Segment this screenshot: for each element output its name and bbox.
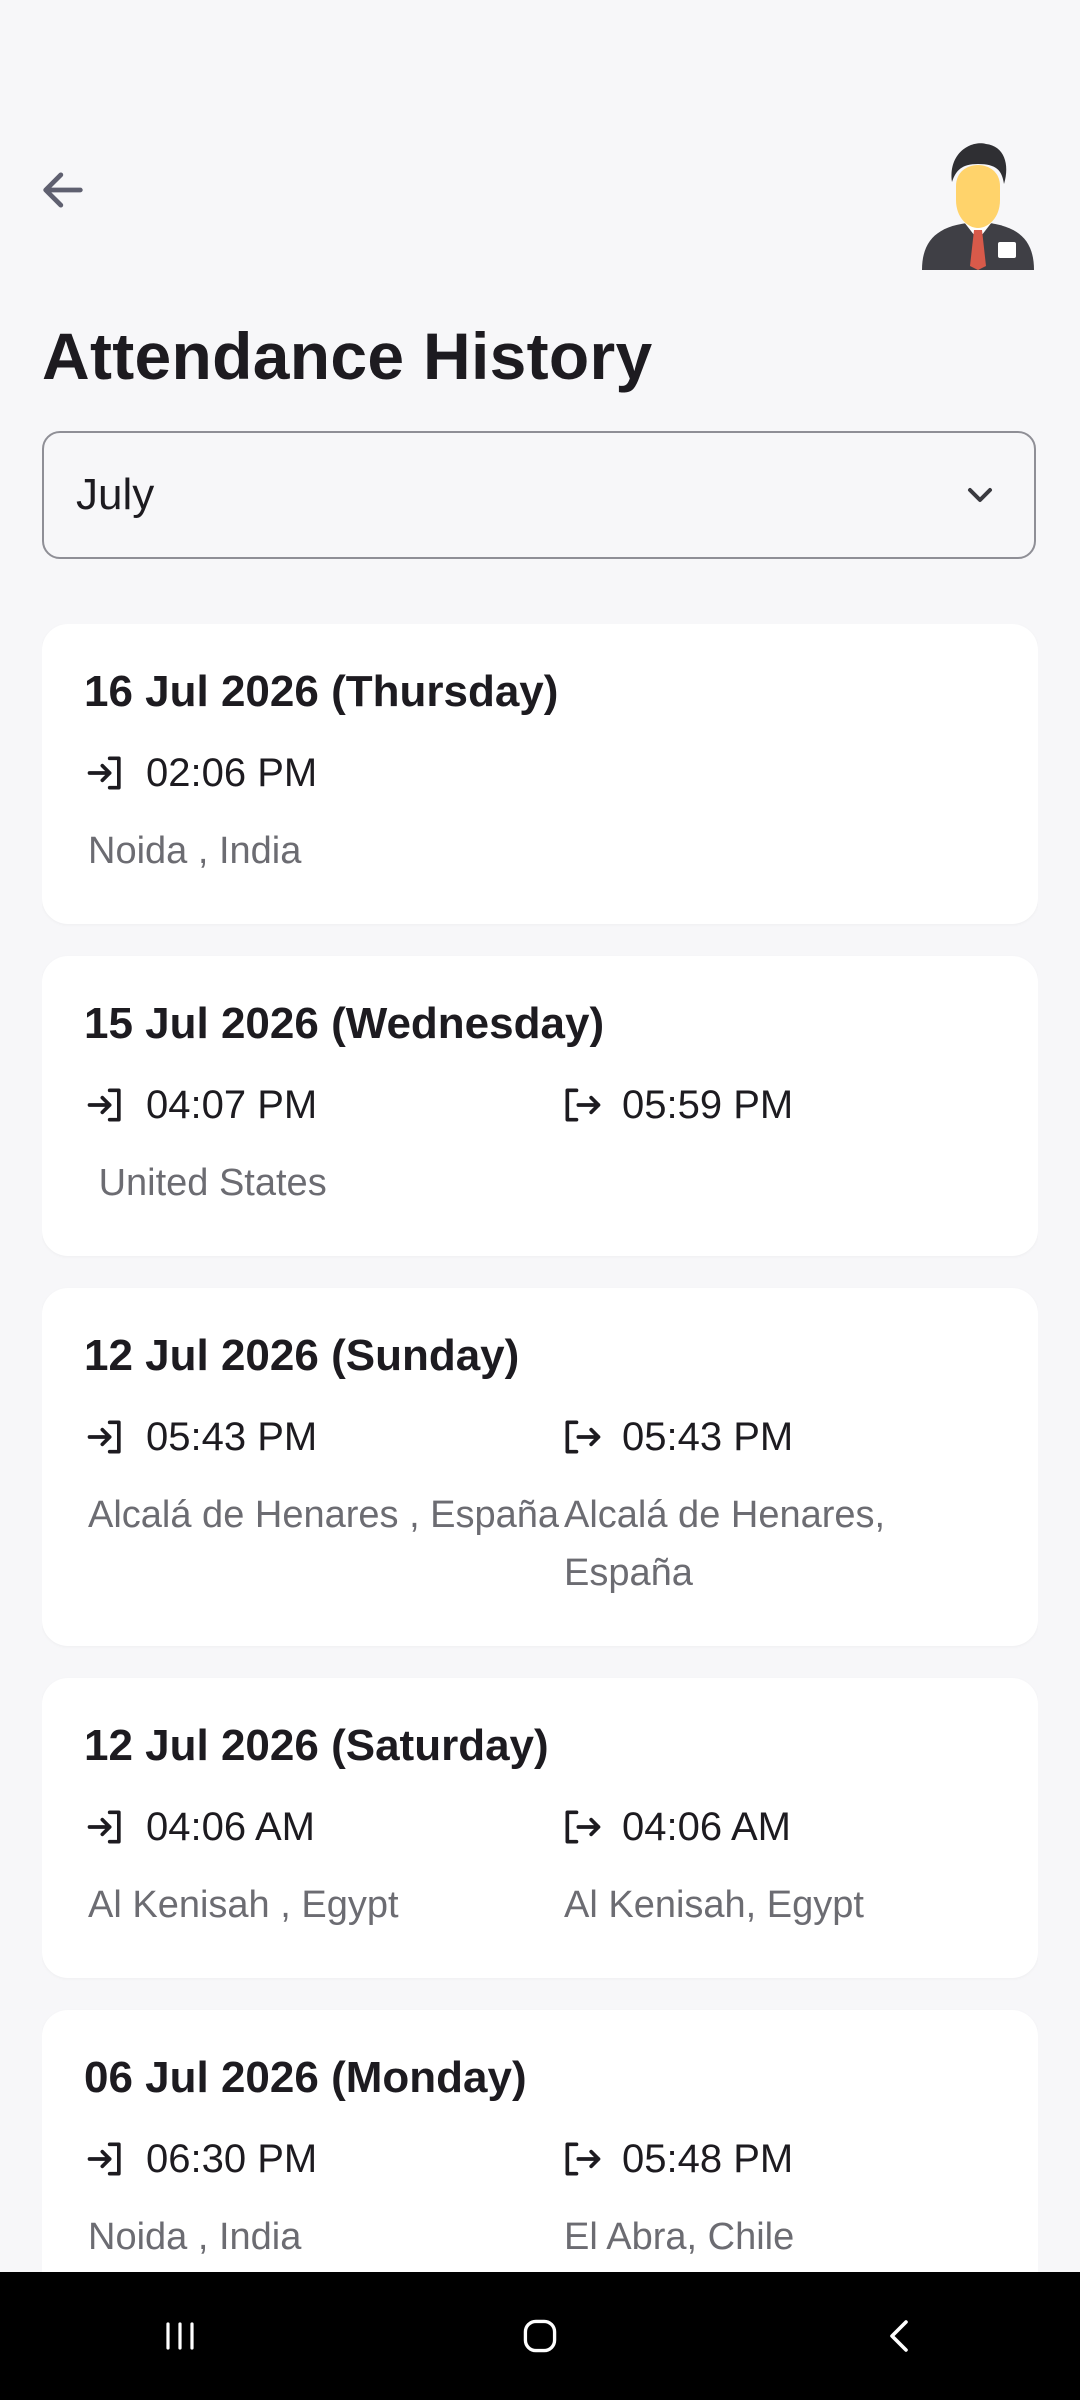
avatar[interactable]: [918, 130, 1038, 270]
page-title: Attendance History: [42, 319, 653, 393]
attendance-date: 12 Jul 2026 (Sunday): [84, 1331, 520, 1380]
check-in-location: Alcalá de Henares , España: [88, 1494, 560, 1536]
check-out-time: 05:48 PM: [622, 2136, 794, 2181]
check-in-location: Noida , India: [88, 2216, 302, 2258]
system-nav-bar: [0, 2272, 1080, 2400]
login-icon: [84, 751, 128, 795]
login-icon: [84, 2137, 128, 2181]
recent-apps-icon: [166, 2322, 194, 2350]
check-out-time: 04:06 AM: [622, 1804, 792, 1849]
logout-icon: [560, 1805, 604, 1849]
logout-icon: [560, 2137, 604, 2181]
attendance-date: 06 Jul 2026 (Monday): [84, 2053, 527, 2102]
attendance-list[interactable]: 16 Jul 2026 (Thursday) 02:06 PM Noida , …: [42, 624, 1038, 2272]
attendance-card[interactable]: 15 Jul 2026 (Wednesday) 04:07 PM United …: [42, 956, 1038, 1256]
logout-icon: [560, 1083, 604, 1127]
check-in-time: 05:43 PM: [146, 1414, 318, 1459]
check-in-time: 06:30 PM: [146, 2136, 318, 2181]
month-select-value: July: [76, 470, 155, 519]
home-icon: [523, 2319, 557, 2353]
login-icon: [84, 1415, 128, 1459]
check-out-location: Alcalá de Henares, España: [564, 1494, 896, 1594]
login-icon: [84, 1805, 128, 1849]
attendance-date: 12 Jul 2026 (Saturday): [84, 1721, 549, 1770]
attendance-card[interactable]: 12 Jul 2026 (Saturday) 04:06 AM Al Kenis…: [42, 1678, 1038, 1978]
check-in-time: 04:07 PM: [146, 1082, 318, 1127]
nav-back-button[interactable]: [840, 2286, 960, 2386]
check-out-location: El Abra, Chile: [564, 2216, 795, 2258]
top-bar: [0, 0, 1080, 290]
check-out-column: 05:59 PM: [560, 1082, 990, 1212]
attendance-date: 15 Jul 2026 (Wednesday): [84, 999, 605, 1048]
check-out-location: Al Kenisah, Egypt: [564, 1884, 864, 1926]
businessman-avatar-icon: [922, 143, 1034, 270]
check-out-column: 05:43 PM Alcalá de Henares, España: [560, 1414, 990, 1602]
check-in-column: 06:30 PM Noida , India: [84, 2136, 560, 2266]
chevron-down-icon: [958, 473, 1002, 517]
check-in-time: 04:06 AM: [146, 1804, 316, 1849]
check-out-time: 05:59 PM: [622, 1082, 794, 1127]
check-in-column: 02:06 PM Noida , India: [84, 750, 560, 880]
check-in-column: 04:07 PM United States: [84, 1082, 560, 1212]
check-in-column: 05:43 PM Alcalá de Henares , España: [84, 1414, 560, 1602]
attendance-card[interactable]: 12 Jul 2026 (Sunday) 05:43 PM Alcalá de …: [42, 1288, 1038, 1646]
check-in-location: Noida , India: [88, 830, 302, 872]
check-out-column: 04:06 AM Al Kenisah, Egypt: [560, 1804, 990, 1934]
check-in-location: United States: [88, 1162, 327, 1204]
month-select[interactable]: July: [42, 431, 1036, 559]
logout-icon: [560, 1415, 604, 1459]
arrow-left-icon: [43, 172, 83, 208]
login-icon: [84, 1083, 128, 1127]
check-in-location: Al Kenisah , Egypt: [88, 1884, 399, 1926]
check-in-time: 02:06 PM: [146, 750, 318, 795]
attendance-card[interactable]: 06 Jul 2026 (Monday) 06:30 PM Noida , In…: [42, 2010, 1038, 2272]
home-button[interactable]: [480, 2286, 600, 2386]
check-in-column: 04:06 AM Al Kenisah , Egypt: [84, 1804, 560, 1934]
attendance-card[interactable]: 16 Jul 2026 (Thursday) 02:06 PM Noida , …: [42, 624, 1038, 924]
check-out-time: 05:43 PM: [622, 1414, 794, 1459]
back-button[interactable]: [28, 155, 98, 225]
back-chevron-icon: [890, 2320, 908, 2352]
recent-apps-button[interactable]: [120, 2286, 240, 2386]
check-out-column: 05:48 PM El Abra, Chile: [560, 2136, 990, 2266]
attendance-date: 16 Jul 2026 (Thursday): [84, 667, 559, 716]
